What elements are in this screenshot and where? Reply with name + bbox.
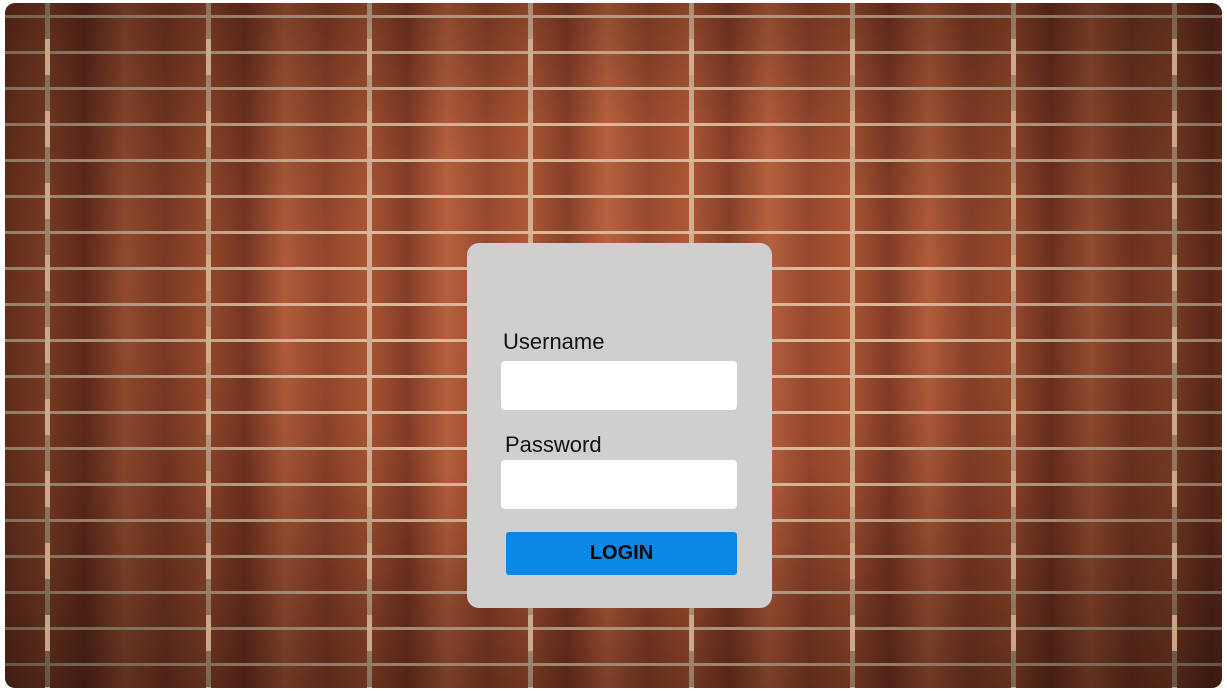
password-label: Password (505, 432, 602, 457)
username-input[interactable] (501, 361, 737, 410)
username-label: Username (503, 329, 605, 354)
password-input[interactable] (501, 460, 737, 509)
login-card: Username Password LOGIN (467, 243, 772, 608)
brick-wall-background: Username Password LOGIN (5, 3, 1222, 688)
login-button[interactable]: LOGIN (506, 532, 737, 575)
